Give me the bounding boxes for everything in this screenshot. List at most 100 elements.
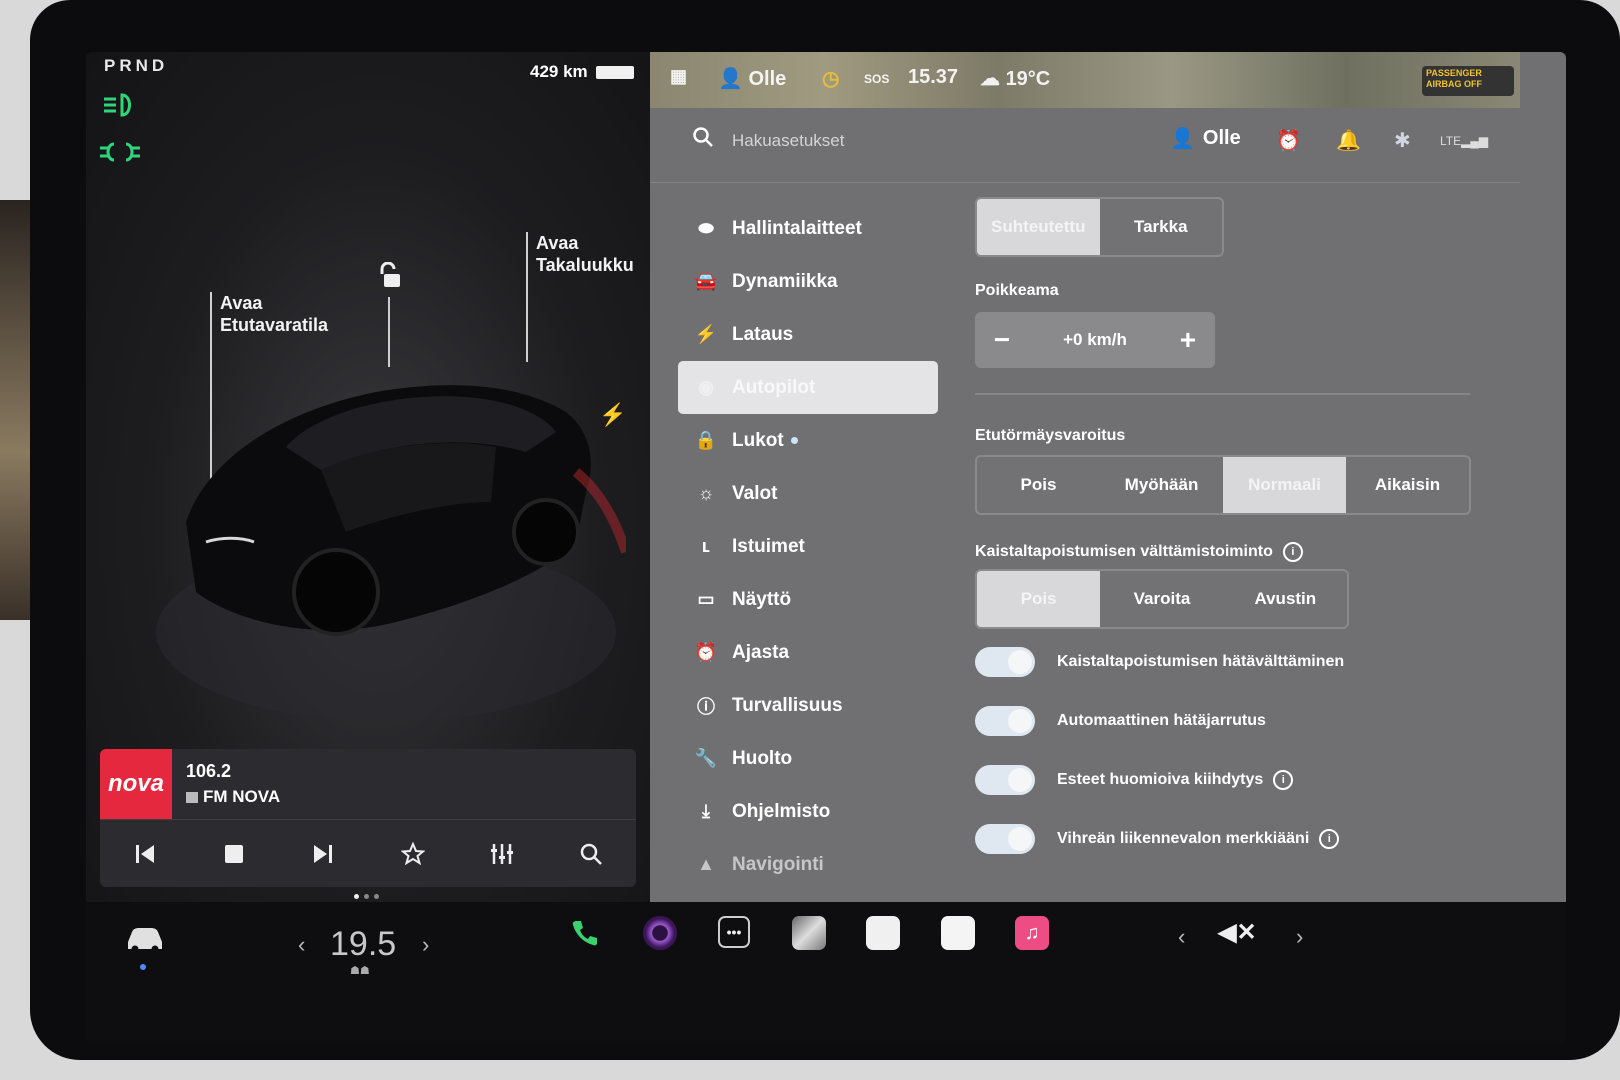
menu-item-label: Lataus <box>732 323 794 345</box>
open-frunk-button[interactable]: Avaa Etutavaratila <box>220 292 328 336</box>
equalizer-icon[interactable] <box>482 834 522 874</box>
menu-item-label: Valot <box>732 482 778 504</box>
airbag-line1: PASSENGER <box>1426 68 1482 78</box>
profile-button[interactable]: 👤 Olle <box>1170 126 1241 151</box>
menu-item[interactable]: 🔧 Huolto <box>678 732 938 785</box>
menu-item-label: Autopilot <box>732 376 816 398</box>
toggle-switch[interactable] <box>975 765 1035 795</box>
frunk-label-line2: Etutavaratila <box>220 315 329 335</box>
info-icon[interactable]: i <box>1319 829 1340 849</box>
menu-item[interactable]: ▲ Navigointi <box>678 838 938 891</box>
toggle-row: Esteet huomioiva kiihdytys i <box>975 765 1294 795</box>
media-search-icon[interactable] <box>571 834 611 874</box>
wrench-icon: 🔧 <box>694 748 718 768</box>
menu-item[interactable]: ⏰ Ajasta <box>678 626 938 679</box>
menu-item[interactable]: ʟ Istuimet <box>678 520 938 573</box>
seat-heater-icon[interactable]: ☗☗ <box>350 964 370 977</box>
music-app-icon[interactable]: ♫ <box>1015 916 1049 950</box>
menu-item[interactable]: ⬬ Hallintalaitteet <box>678 202 938 255</box>
settings-menu: ⬬ Hallintalaitteet 🚘 Dynamiikka ⚡ Lataus ◉ Auto… <box>678 202 938 891</box>
info-icon[interactable]: i <box>1273 770 1294 790</box>
unlock-icon[interactable] <box>376 261 400 287</box>
menu-item[interactable]: 🚘 Dynamiikka <box>678 255 938 308</box>
menu-item[interactable]: ⓘ Turvallisuus <box>678 679 938 732</box>
segment-option[interactable]: Pois <box>977 457 1100 513</box>
parking-lights-icon <box>100 140 140 171</box>
segment-option[interactable]: Normaali <box>1223 457 1346 513</box>
calendar-app-icon[interactable] <box>866 916 900 950</box>
phone-icon[interactable] <box>568 916 602 950</box>
vehicle-pane: PRND 429 km Avaa Etutavaratila Avaa Taka… <box>86 52 666 902</box>
decrease-offset-button[interactable]: − <box>987 324 1017 356</box>
toggle-switch[interactable] <box>975 824 1035 854</box>
media-now-playing[interactable]: nova 106.2 FM NOVA <box>100 749 636 820</box>
toggle-switch[interactable] <box>975 706 1035 736</box>
notes-app-icon[interactable] <box>941 916 975 950</box>
toggle-switch[interactable] <box>975 647 1035 677</box>
toggle-label: Vihreän liikennevalon merkkiääni <box>1057 830 1310 847</box>
info-icon[interactable]: i <box>1282 542 1303 562</box>
settings-panel: ▦ 👤 Olle ◷ SOS 15.37 ☁ 19°C PASSENGER AI… <box>650 52 1566 902</box>
menu-item-label: Navigointi <box>732 853 824 875</box>
bluetooth-icon[interactable]: ✱ <box>1394 128 1411 153</box>
strip-user-name: Olle <box>748 68 787 90</box>
segment-option[interactable]: Tarkka <box>1100 199 1223 255</box>
map-icon: ▦ <box>670 66 688 86</box>
menu-item-label: Ohjelmisto <box>732 800 831 822</box>
segment-option[interactable]: Suhteutettu <box>977 199 1100 255</box>
more-apps-icon[interactable]: ••• <box>718 916 750 948</box>
lda-label: Kaistaltapoistumisen välttämistoiminto i <box>975 542 1303 562</box>
previous-track-icon[interactable] <box>125 834 165 874</box>
strip-user: 👤 Olle <box>718 68 787 90</box>
passenger-airbag-off-indicator: PASSENGER AIRBAG OFF <box>1422 66 1514 96</box>
notification-bell-icon[interactable]: 🔔 <box>1336 128 1361 153</box>
segment-option[interactable]: Pois <box>977 571 1101 627</box>
settings-search-input[interactable] <box>730 130 1034 152</box>
fcw-label: Etutörmäysvaroitus <box>975 427 1126 444</box>
offset-value: +0 km/h <box>1063 330 1127 349</box>
open-trunk-button[interactable]: Avaa Takaluukku <box>536 232 634 276</box>
segment-option[interactable]: Aikaisin <box>1346 457 1469 513</box>
cabin-temperature[interactable]: 19.5 <box>330 925 396 964</box>
toggle-row: Automaattinen hätäjarrutus <box>975 706 1266 736</box>
segment-option[interactable]: Varoita <box>1100 571 1223 627</box>
car-model-image <box>146 352 631 732</box>
trunk-callout-line <box>526 232 528 362</box>
gear-indicator: PRND <box>104 56 169 75</box>
offset-stepper: − +0 km/h + <box>975 312 1215 368</box>
car-controls-icon[interactable] <box>124 922 166 959</box>
section-divider <box>975 393 1470 395</box>
volume-down-chevron-icon[interactable]: ‹ <box>1178 924 1185 950</box>
menu-item[interactable]: ▭ Näyttö <box>678 573 938 626</box>
menu-item[interactable]: 🔒 Lukot <box>678 414 938 467</box>
menu-item-label: Istuimet <box>732 535 805 557</box>
alarm-clock-icon[interactable]: ⏰ <box>1276 128 1301 153</box>
active-indicator <box>140 964 146 970</box>
menu-item[interactable]: ⤓ Ohjelmisto <box>678 785 938 838</box>
menu-item[interactable]: ⚡ Lataus <box>678 308 938 361</box>
camera-icon[interactable] <box>643 916 677 950</box>
frunk-label-line1: Avaa <box>220 293 263 313</box>
segment-option[interactable]: Myöhään <box>1100 457 1223 513</box>
offset-label: Poikkeama <box>975 282 1059 299</box>
touchscreen: PRND 429 km Avaa Etutavaratila Avaa Taka… <box>86 52 1566 1042</box>
segment-option[interactable]: Avustin <box>1224 571 1347 627</box>
volume-up-chevron-icon[interactable]: › <box>1296 924 1303 950</box>
settings-header: 👤 Olle ⏰ 🔔 ✱ LTE▂▄▆ <box>650 112 1520 183</box>
station-frequency: 106.2 <box>186 761 232 781</box>
map-status-strip[interactable]: ▦ 👤 Olle ◷ SOS 15.37 ☁ 19°C PASSENGER AI… <box>650 52 1520 108</box>
temp-up-chevron-icon[interactable]: › <box>422 932 429 958</box>
menu-item[interactable]: ◉ Autopilot <box>678 361 938 414</box>
toggle-label: Esteet huomioiva kiihdytys <box>1057 771 1264 788</box>
clock: 15.37 <box>908 66 959 88</box>
navigation-app-icon[interactable] <box>792 916 826 950</box>
menu-item[interactable]: ☼ Valot <box>678 467 938 520</box>
increase-offset-button[interactable]: + <box>1173 324 1203 356</box>
battery-icon <box>595 65 634 79</box>
stop-icon[interactable] <box>214 834 254 874</box>
temp-down-chevron-icon[interactable]: ‹ <box>298 932 305 958</box>
next-track-icon[interactable] <box>303 834 343 874</box>
mute-volume-icon[interactable]: ◀✕ <box>1218 918 1257 947</box>
favorite-star-icon[interactable] <box>393 834 433 874</box>
display-icon: ▭ <box>697 589 715 609</box>
